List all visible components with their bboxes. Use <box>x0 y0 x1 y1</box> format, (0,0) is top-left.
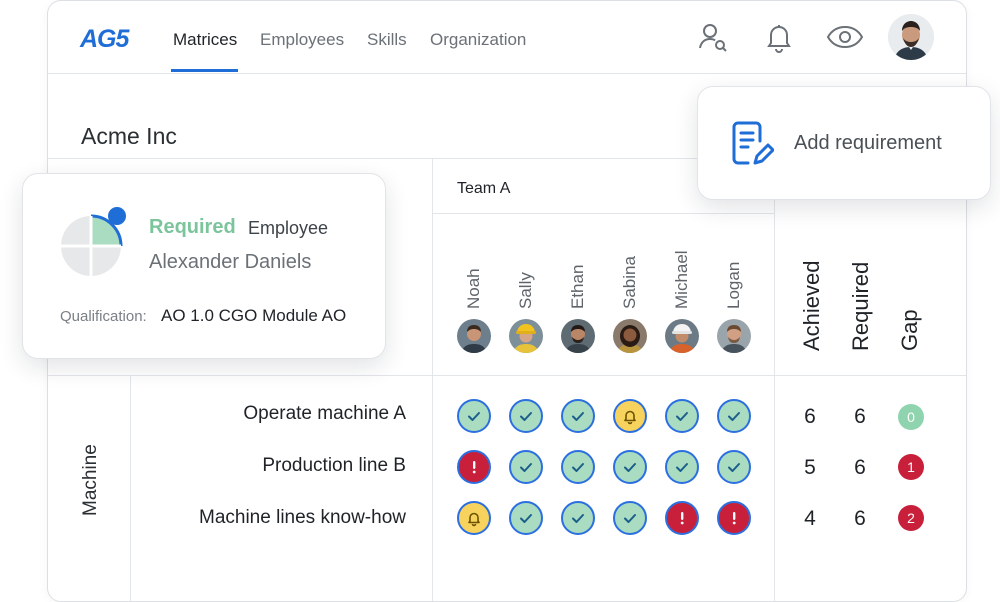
matrix-cell-bad[interactable] <box>457 450 491 484</box>
matrix-cell-ok[interactable] <box>561 501 595 535</box>
check-icon <box>517 458 535 476</box>
employee-avatar-sabina[interactable] <box>613 319 647 353</box>
add-requirement-button[interactable]: Add requirement <box>697 86 991 200</box>
matrix-cell-ok[interactable] <box>717 399 751 433</box>
matrix-cell-ok[interactable] <box>561 450 595 484</box>
skill-row-label[interactable]: Operate machine A <box>243 403 406 425</box>
employee-name-ethan: Ethan <box>568 264 587 309</box>
check-icon <box>517 509 535 527</box>
employee-avatar-ethan[interactable] <box>561 319 595 353</box>
required-count: 6 <box>854 456 866 479</box>
add-requirement-label: Add requirement <box>794 132 942 154</box>
user-search-icon[interactable] <box>693 17 733 57</box>
team-column-divider <box>432 158 433 601</box>
company-name: Acme Inc <box>81 123 177 149</box>
employee-avatar-michael[interactable] <box>665 319 699 353</box>
employee-avatar-noah[interactable] <box>457 319 491 353</box>
matrix-cell-ok[interactable] <box>561 399 595 433</box>
summary-header-required: Required <box>848 261 873 351</box>
summary-column-divider <box>774 191 775 601</box>
check-icon <box>517 407 535 425</box>
skill-row-label[interactable]: Machine lines know-how <box>199 507 406 529</box>
employee-avatar-sally[interactable] <box>509 319 543 353</box>
check-icon <box>569 407 587 425</box>
required-count: 6 <box>854 405 866 428</box>
profile-avatar[interactable] <box>888 14 934 60</box>
matrix-cell-ok[interactable] <box>457 399 491 433</box>
matrix-cell-warn[interactable] <box>457 501 491 535</box>
matrix-cell-ok[interactable] <box>613 501 647 535</box>
requirement-type-label: Employee <box>248 218 329 238</box>
requirement-popover: Required Employee Alexander Daniels Qual… <box>22 173 386 359</box>
check-icon <box>673 407 691 425</box>
matrix-cell-bad[interactable] <box>665 501 699 535</box>
bell-icon[interactable] <box>759 17 799 57</box>
summary-header-gap: Gap <box>897 309 922 351</box>
alert-icon <box>465 458 483 476</box>
employee-avatar-logan[interactable] <box>717 319 751 353</box>
skill-group-machine: Machine <box>80 444 101 516</box>
achieved-count: 6 <box>804 405 816 428</box>
check-icon <box>621 458 639 476</box>
alert-icon <box>673 509 691 527</box>
qualification-progress-icon <box>59 206 131 278</box>
achieved-count: 5 <box>804 456 816 479</box>
gap-badge: 2 <box>898 505 924 531</box>
bell-icon <box>465 509 483 527</box>
tab-skills[interactable]: Skills <box>367 30 407 50</box>
matrix-cell-warn[interactable] <box>613 399 647 433</box>
check-icon <box>465 407 483 425</box>
document-edit-icon <box>730 119 775 167</box>
check-icon <box>569 509 587 527</box>
active-tab-indicator <box>171 69 238 72</box>
top-navigation-bar: AG5 Matrices Employees Skills Organizati… <box>48 1 966 74</box>
qualification-value: AO 1.0 CGO Module AO <box>161 306 347 325</box>
ag5-logo: AG5 <box>80 25 129 53</box>
alert-icon <box>725 509 743 527</box>
employee-name-sabina: Sabina <box>620 256 639 309</box>
summary-header-achieved: Achieved <box>799 260 824 351</box>
matrix-cell-ok[interactable] <box>717 450 751 484</box>
employee-name: Alexander Daniels <box>149 251 312 273</box>
matrix-cell-ok[interactable] <box>665 450 699 484</box>
matrix-cell-bad[interactable] <box>717 501 751 535</box>
gap-badge: 0 <box>898 404 924 430</box>
bell-icon <box>621 407 639 425</box>
matrix-cell-ok[interactable] <box>509 399 543 433</box>
check-icon <box>725 458 743 476</box>
tab-employees[interactable]: Employees <box>260 30 344 50</box>
check-icon <box>569 458 587 476</box>
employee-name-noah: Noah <box>464 268 483 309</box>
employee-name-logan: Logan <box>724 261 743 309</box>
qualification-label: Qualification: <box>60 308 147 325</box>
matrix-cell-ok[interactable] <box>613 450 647 484</box>
employee-name-michael: Michael <box>672 250 691 309</box>
check-icon <box>673 458 691 476</box>
matrix-cell-ok[interactable] <box>665 399 699 433</box>
rows-top-divider <box>48 375 966 376</box>
check-icon <box>621 509 639 527</box>
achieved-count: 4 <box>804 507 816 530</box>
gap-badge: 1 <box>898 454 924 480</box>
tab-matrices[interactable]: Matrices <box>173 30 237 50</box>
eye-icon[interactable] <box>825 17 865 57</box>
check-icon <box>725 407 743 425</box>
group-column-divider <box>130 375 131 601</box>
matrix-cell-ok[interactable] <box>509 450 543 484</box>
skill-row-label[interactable]: Production line B <box>262 455 406 477</box>
matrix-cell-ok[interactable] <box>509 501 543 535</box>
employee-name-sally: Sally <box>516 272 535 309</box>
required-count: 6 <box>854 507 866 530</box>
tab-organization[interactable]: Organization <box>430 30 526 50</box>
required-status-label: Required <box>149 216 236 238</box>
